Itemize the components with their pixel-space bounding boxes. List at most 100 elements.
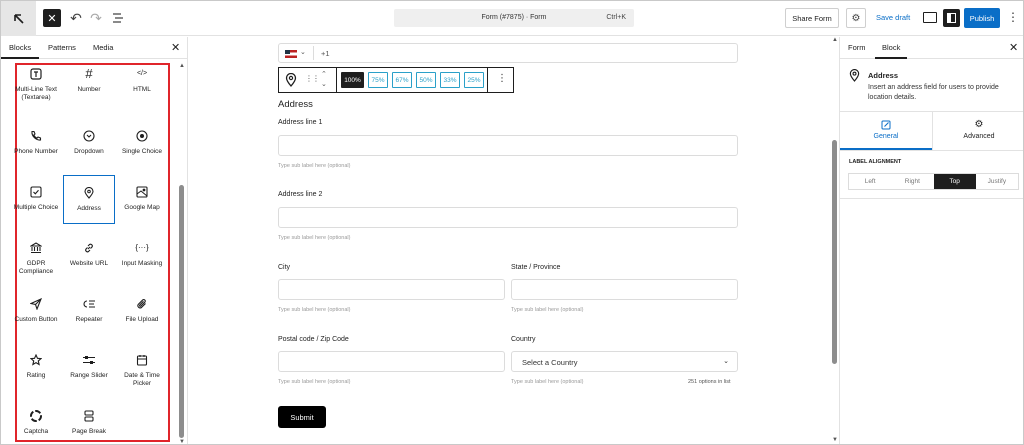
block-repeater[interactable]: Repeater: [63, 293, 115, 345]
block-range-slider[interactable]: Range Slider: [63, 349, 115, 401]
block-single-choice[interactable]: Single Choice: [116, 125, 168, 177]
block-page-break[interactable]: Page Break: [63, 405, 115, 444]
share-form-button[interactable]: Share Form: [785, 8, 839, 28]
form-canvas: ⌄ +1 ⋮⋮ ⌃ ⌄ 100% 75% 67% 50% 33% 25% ⋮ Ad…: [189, 37, 839, 444]
country-select[interactable]: Select a Country ⌄: [511, 351, 738, 372]
block-google-map[interactable]: Google Map: [116, 181, 168, 233]
chevron-circle-icon: [80, 127, 98, 145]
phone-icon: [27, 127, 45, 145]
drag-handle-icon[interactable]: ⋮⋮: [305, 74, 320, 83]
publish-button[interactable]: Publish: [964, 8, 1000, 28]
align-left-option[interactable]: Left: [849, 174, 891, 189]
address-line1-input[interactable]: [278, 135, 738, 156]
label-alignment-control: Left Right Top Justify: [848, 173, 1019, 190]
city-sublabel[interactable]: Type sub label here (optional): [278, 307, 350, 313]
close-inserter-icon[interactable]: ✕: [43, 9, 61, 27]
postal-sublabel[interactable]: Type sub label here (optional): [278, 379, 350, 385]
block-label: GDPR Compliance: [18, 260, 54, 275]
width-25-button[interactable]: 25%: [464, 72, 484, 88]
block-captcha[interactable]: Captcha: [10, 405, 62, 444]
tab-patterns[interactable]: Patterns: [48, 43, 76, 52]
tab-block[interactable]: Block: [874, 43, 908, 59]
block-rating[interactable]: Rating: [10, 349, 62, 401]
block-label: Range Slider: [70, 372, 108, 379]
country-sublabel[interactable]: Type sub label here (optional): [511, 379, 583, 385]
tab-advanced[interactable]: ⚙ Advanced: [933, 111, 1023, 149]
country-label: Country: [511, 336, 536, 343]
back-arrow-icon[interactable]: [1, 1, 36, 36]
send-icon: [27, 295, 45, 313]
tab-general[interactable]: General: [840, 111, 932, 150]
settings-gear-icon[interactable]: ⚙: [846, 8, 866, 28]
block-dropdown[interactable]: Dropdown: [63, 125, 115, 177]
close-icon[interactable]: ✕: [1009, 41, 1018, 54]
chevron-down-icon[interactable]: ⌄: [300, 48, 306, 56]
scroll-up-arrow-icon[interactable]: ▲: [832, 37, 838, 43]
block-website-url[interactable]: Website URL: [63, 237, 115, 289]
width-33-button[interactable]: 33%: [440, 72, 460, 88]
chevron-down-icon: ⌄: [723, 358, 729, 365]
address-line1-sublabel[interactable]: Type sub label here (optional): [278, 163, 350, 169]
block-label: Google Map: [124, 204, 160, 211]
save-draft-button[interactable]: Save draft: [876, 13, 910, 22]
address-line2-sublabel[interactable]: Type sub label here (optional): [278, 235, 350, 241]
state-sublabel[interactable]: Type sub label here (optional): [511, 307, 583, 313]
block-custom-button[interactable]: Custom Button: [10, 293, 62, 345]
canvas-scrollbar[interactable]: [832, 140, 837, 364]
align-right-option[interactable]: Right: [891, 174, 933, 189]
block-gdpr-compliance[interactable]: GDPR Compliance: [10, 237, 62, 289]
scroll-up-arrow-icon[interactable]: ▲: [179, 63, 185, 69]
submit-button[interactable]: Submit: [278, 406, 326, 428]
state-input[interactable]: [511, 279, 738, 300]
command-palette[interactable]: Form (#7875) · Form Ctrl+K: [394, 9, 634, 27]
block-toolbar: ⋮⋮ ⌃ ⌄ 100% 75% 67% 50% 33% 25% ⋮: [278, 67, 514, 93]
width-50-button[interactable]: 50%: [416, 72, 436, 88]
desktop-view-icon[interactable]: [923, 12, 937, 23]
width-75-button[interactable]: 75%: [368, 72, 388, 88]
block-multi-line-text[interactable]: Multi-Line Text (Textarea): [10, 63, 62, 115]
scroll-down-arrow-icon[interactable]: ▼: [179, 439, 185, 444]
align-justify-option[interactable]: Justify: [976, 174, 1018, 189]
settings-sidebar: Form Block ✕ Address Insert an address f…: [839, 37, 1023, 444]
undo-icon[interactable]: ↶: [67, 9, 85, 27]
close-icon[interactable]: ✕: [171, 41, 180, 54]
block-file-upload[interactable]: File Upload: [116, 293, 168, 345]
command-title: Form (#7875) · Form: [481, 14, 547, 21]
label-alignment-title: LABEL ALIGNMENT: [849, 159, 902, 165]
phone-field[interactable]: ⌄ +1: [278, 43, 738, 63]
width-67-button[interactable]: 67%: [392, 72, 412, 88]
block-number[interactable]: # Number: [63, 63, 115, 115]
tab-advanced-label: Advanced: [963, 133, 995, 140]
left-scrollbar[interactable]: [179, 185, 184, 438]
map-pin-icon: [80, 184, 98, 202]
block-label: Page Break: [72, 428, 106, 435]
tab-blocks[interactable]: Blocks: [1, 43, 40, 59]
link-icon: [80, 239, 98, 257]
more-options-icon[interactable]: ⋮: [1007, 10, 1019, 24]
block-options-icon[interactable]: ⋮: [497, 73, 507, 84]
map-pin-icon[interactable]: [285, 72, 297, 92]
country-options-count: 251 options in list: [688, 379, 731, 385]
document-overview-icon[interactable]: [109, 9, 127, 27]
block-phone-number[interactable]: Phone Number: [10, 125, 62, 177]
block-address[interactable]: Address: [63, 175, 115, 224]
block-date-time-picker[interactable]: Date & Time Picker: [116, 349, 168, 401]
command-shortcut: Ctrl+K: [606, 14, 626, 21]
scroll-down-arrow-icon[interactable]: ▼: [832, 437, 838, 443]
move-up-down-icon[interactable]: ⌃ ⌄: [321, 70, 327, 90]
sidebar-toggle-icon[interactable]: [943, 9, 960, 27]
block-html[interactable]: </> HTML: [116, 63, 168, 115]
state-label: State / Province: [511, 264, 561, 271]
postal-input[interactable]: [278, 351, 505, 372]
block-multiple-choice[interactable]: Multiple Choice: [10, 181, 62, 233]
city-input[interactable]: [278, 279, 505, 300]
tab-form[interactable]: Form: [848, 43, 866, 52]
redo-icon[interactable]: ↷: [87, 9, 105, 27]
align-top-option[interactable]: Top: [933, 174, 976, 189]
star-icon: [27, 351, 45, 369]
address-line2-input[interactable]: [278, 207, 738, 228]
tab-media[interactable]: Media: [93, 43, 113, 52]
block-label: Repeater: [75, 316, 103, 323]
block-input-masking[interactable]: {···} Input Masking: [116, 237, 168, 289]
width-100-button[interactable]: 100%: [341, 72, 364, 88]
